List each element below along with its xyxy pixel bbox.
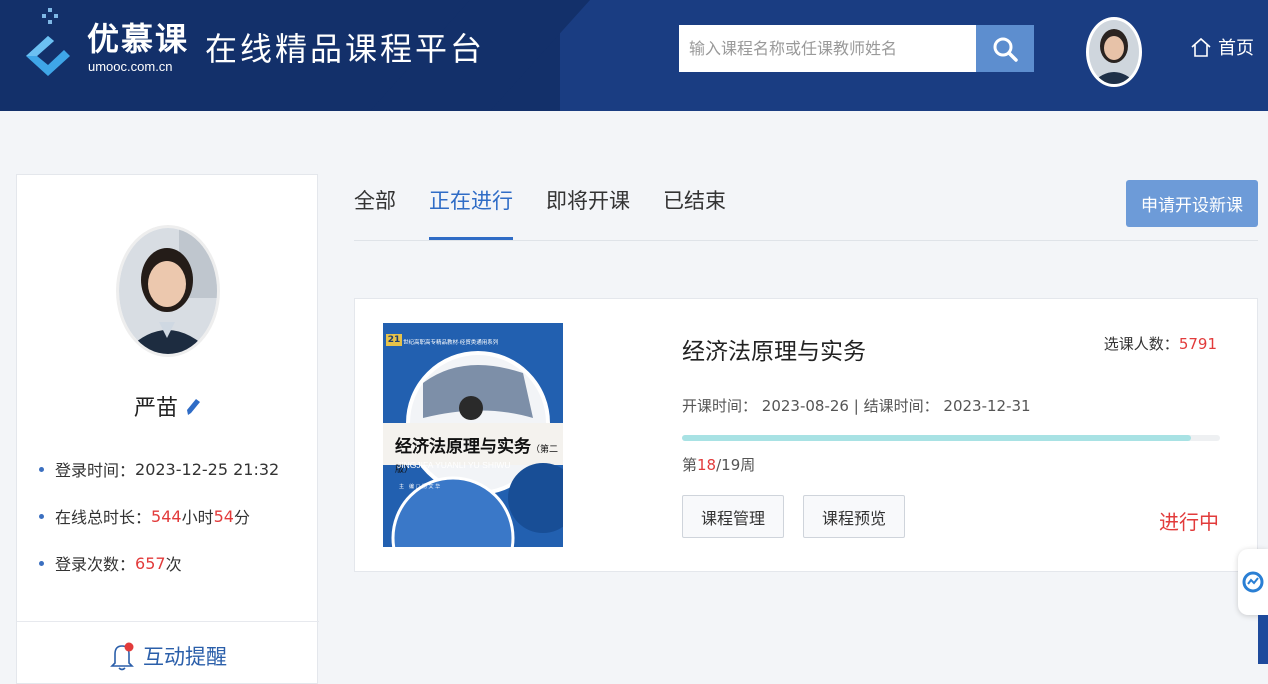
bell-icon xyxy=(110,642,134,671)
brand-name[interactable]: 优慕课 xyxy=(87,14,189,60)
search-button[interactable] xyxy=(976,25,1034,72)
minutes-unit: 分 xyxy=(233,508,250,527)
cover-author: 主 编 □ 杨 文 华 xyxy=(399,484,441,490)
week-indicator: 第18/19周 xyxy=(682,454,755,475)
enroll-label: 选课人数： xyxy=(1103,335,1179,353)
start-label: 开课时间： xyxy=(682,397,758,415)
stat-online-duration: 在线总时长： 544 小时 54 分 xyxy=(39,504,250,528)
profile-avatar[interactable] xyxy=(116,225,220,357)
course-manage-button[interactable]: 课程管理 xyxy=(682,495,784,538)
course-progress-bar xyxy=(682,435,1220,441)
tab-all[interactable]: 全部 xyxy=(354,185,396,225)
apply-new-course-button[interactable]: 申请开设新课 xyxy=(1126,180,1258,227)
brand-url: umooc.com.cn xyxy=(88,59,173,74)
avatar-photo-icon xyxy=(1089,20,1139,84)
floating-assistant-button[interactable] xyxy=(1238,549,1268,615)
profile-panel: 严苗 登录时间： 2023-12-25 21:32 在线总时长： 544 小时 … xyxy=(16,174,319,684)
course-card: 21 世纪高职高专精品教材·经贸类通用系列 经济法原理与实务（第二版） JING… xyxy=(354,298,1258,572)
interaction-reminder-link[interactable]: 互动提醒 xyxy=(17,641,319,671)
home-icon xyxy=(1191,37,1211,57)
profile-name: 严苗 xyxy=(133,396,178,421)
online-hours: 544 xyxy=(151,506,182,526)
course-preview-button[interactable]: 课程预览 xyxy=(803,495,905,538)
online-label: 在线总时长： xyxy=(55,508,152,527)
cover-title-text: 经济法原理与实务 xyxy=(395,437,531,457)
week-total: /19周 xyxy=(716,456,756,474)
user-avatar[interactable] xyxy=(1086,17,1142,87)
tabs-divider xyxy=(354,240,1258,241)
home-link[interactable]: 首页 xyxy=(1190,34,1254,60)
end-date: 2023-12-31 xyxy=(943,397,1031,415)
date-separator: | xyxy=(853,397,859,415)
search-input[interactable] xyxy=(679,25,976,72)
divider xyxy=(17,621,319,622)
login-time-value: 2023-12-25 21:32 xyxy=(135,459,280,479)
cover-number: 21 xyxy=(386,334,402,346)
count-unit: 次 xyxy=(165,555,182,574)
enroll-value: 5791 xyxy=(1178,335,1217,353)
course-tabs: 全部 正在进行 即将开课 已结束 xyxy=(354,185,726,241)
bullet-icon xyxy=(39,513,44,519)
cover-title: 经济法原理与实务（第二版） xyxy=(395,432,563,477)
search-icon xyxy=(993,37,1018,62)
course-dates: 开课时间： 2023-08-26 | 结课时间： 2023-12-31 xyxy=(682,395,1031,416)
hours-unit: 小时 xyxy=(181,508,214,527)
stat-login-time: 登录时间： 2023-12-25 21:32 xyxy=(39,457,279,481)
online-minutes: 54 xyxy=(213,506,234,526)
progress-fill xyxy=(682,435,1192,441)
start-date: 2023-08-26 xyxy=(761,397,849,415)
login-count-label: 登录次数： xyxy=(55,555,136,574)
profile-photo-icon xyxy=(119,228,217,354)
cover-series: 世纪高职高专精品教材·经贸类通用系列 xyxy=(403,340,499,346)
enroll-count: 选课人数：5791 xyxy=(1104,333,1217,354)
bullet-icon xyxy=(39,560,44,566)
login-time-label: 登录时间： xyxy=(55,461,136,480)
login-count-value: 657 xyxy=(135,553,166,573)
course-title[interactable]: 经济法原理与实务 xyxy=(682,332,866,366)
tab-ended[interactable]: 已结束 xyxy=(663,185,726,225)
platform-title: 在线精品课程平台 xyxy=(205,30,486,68)
course-cover[interactable]: 21 世纪高职高专精品教材·经贸类通用系列 经济法原理与实务（第二版） JING… xyxy=(383,323,563,547)
tab-upcoming[interactable]: 即将开课 xyxy=(546,185,630,225)
course-status: 进行中 xyxy=(1159,510,1219,534)
home-label: 首页 xyxy=(1218,38,1254,59)
side-scroll-bar[interactable] xyxy=(1258,615,1268,664)
cover-pinyin: JINGJIFA YUANLI YU SHIWU xyxy=(397,460,511,470)
end-label: 结课时间： xyxy=(863,397,939,415)
profile-name-row: 严苗 xyxy=(17,390,319,422)
assistant-icon xyxy=(1242,571,1264,593)
stat-login-count: 登录次数： 657 次 xyxy=(39,551,182,575)
brand-logo-icon[interactable] xyxy=(18,6,78,76)
week-current: 18 xyxy=(697,456,717,474)
interaction-reminder-label: 互动提醒 xyxy=(143,645,227,669)
bullet-icon xyxy=(39,466,44,472)
week-prefix: 第 xyxy=(682,456,698,474)
top-header: 优慕课 umooc.com.cn 在线精品课程平台 首页 xyxy=(0,0,1268,111)
tab-in-progress[interactable]: 正在进行 xyxy=(429,185,513,241)
edit-pencil-icon[interactable] xyxy=(184,397,202,417)
